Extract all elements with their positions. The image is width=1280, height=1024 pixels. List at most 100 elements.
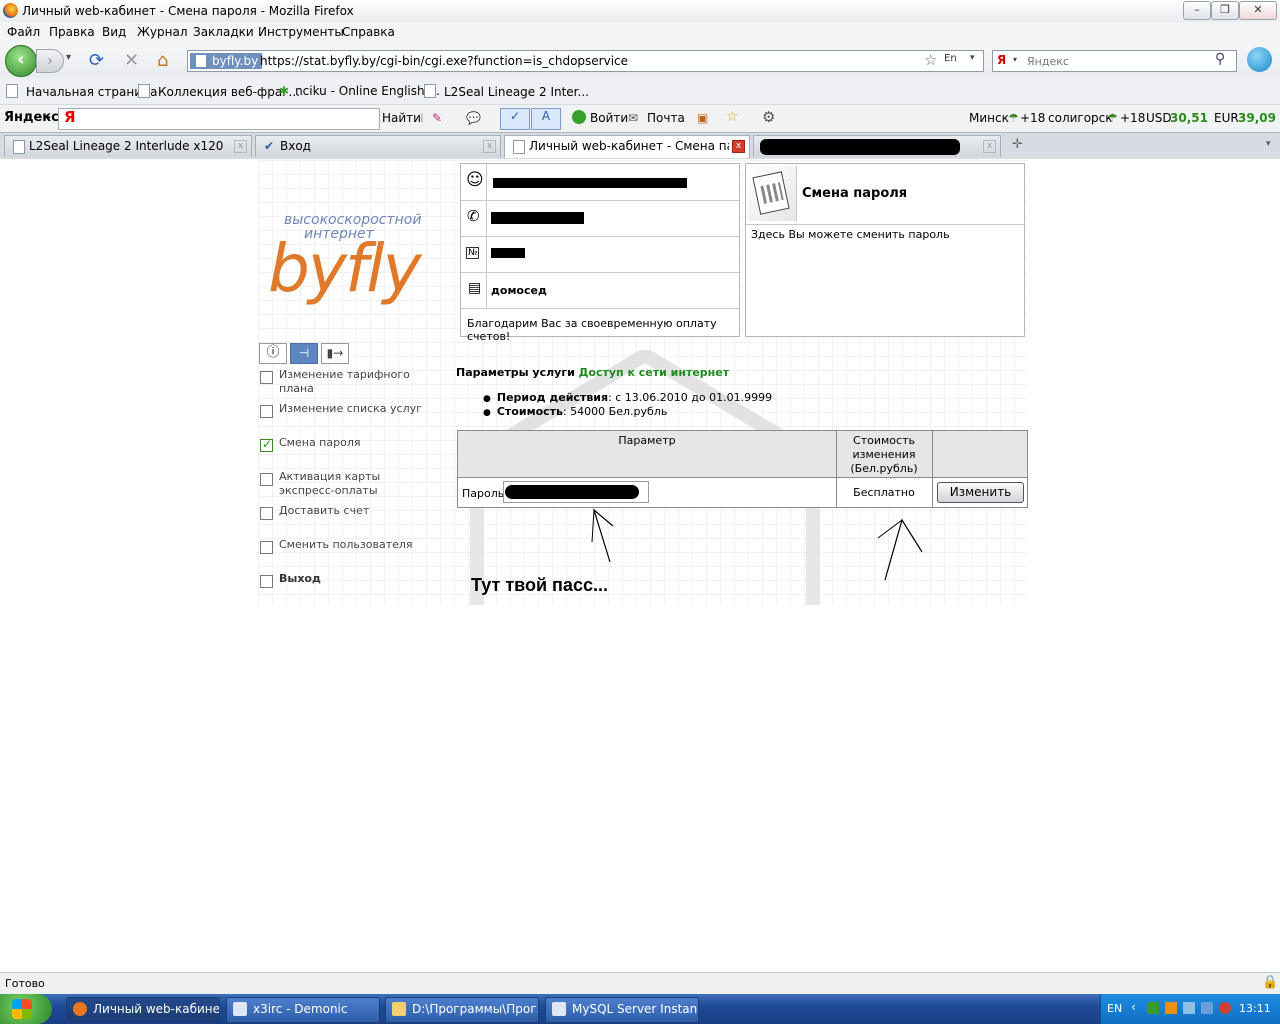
weather-city-2[interactable]: солигорск xyxy=(1048,111,1113,125)
maximize-button[interactable]: ❐ xyxy=(1211,1,1239,20)
bookmark-star-icon[interactable]: ☆ xyxy=(924,51,937,69)
forward-button[interactable]: › xyxy=(36,49,64,73)
network-icon[interactable] xyxy=(1183,1002,1195,1014)
search-input[interactable] xyxy=(1025,52,1214,70)
close-tab-icon[interactable]: x xyxy=(234,140,247,153)
search-box[interactable]: Я ▾ ⚲ xyxy=(992,50,1237,72)
menu-tools[interactable]: Инструменты xyxy=(258,25,344,39)
site-identity-badge[interactable]: byfly.by xyxy=(190,53,263,69)
home-icon[interactable]: ⌂ xyxy=(157,50,168,71)
close-tab-icon[interactable]: x xyxy=(732,140,745,153)
bag-icon[interactable]: ▣ xyxy=(697,111,708,125)
weather-temp-2[interactable]: +18 xyxy=(1120,111,1145,125)
lock-icon[interactable]: 🔒 xyxy=(1262,975,1278,990)
translate-page-icon[interactable]: A xyxy=(531,108,561,130)
sidebar-item-deliver-bill[interactable]: Доставить счет xyxy=(279,504,369,517)
highlight-pen-icon[interactable]: ✎ xyxy=(432,111,442,125)
tab-login[interactable]: ✔ Вход x xyxy=(255,135,501,157)
bookmark-nciku[interactable]: ✱ nciku - Online English ... xyxy=(279,84,440,98)
taskbar-item-firefox[interactable]: Личный web-кабине... xyxy=(66,997,220,1023)
menu-bookmarks[interactable]: Закладки xyxy=(193,25,254,39)
close-tab-icon[interactable]: x xyxy=(983,140,996,153)
menu-file[interactable]: Файл xyxy=(7,25,40,39)
yandex-engine-icon[interactable]: Я xyxy=(997,53,1006,67)
engine-dropdown-icon[interactable]: ▾ xyxy=(1013,55,1017,64)
clock[interactable]: 13:11 xyxy=(1239,1002,1271,1015)
yandex-find-button[interactable]: Найти xyxy=(382,111,421,125)
annotation-text: Тут твой пасс... xyxy=(471,575,608,595)
service-params-heading: Параметры услуги Доступ к сети интернет xyxy=(456,366,729,379)
sidebar-item-change-services[interactable]: Изменение списка услуг xyxy=(279,402,422,415)
menu-edit[interactable]: Правка xyxy=(49,25,95,39)
speech-bubble-icon[interactable]: 💬 xyxy=(466,111,481,125)
tray-expand-icon[interactable]: ‹ xyxy=(1131,1000,1136,1014)
taskbar-item-explorer[interactable]: D:\Программы\Прог... xyxy=(385,997,539,1023)
skype-tray-icon[interactable] xyxy=(1201,1002,1213,1014)
close-window-button[interactable]: ✕ xyxy=(1239,1,1277,20)
language-indicator[interactable]: EN xyxy=(1107,1002,1122,1015)
sidebar-checkbox-checked[interactable]: ✓ xyxy=(260,437,273,452)
change-password-button[interactable]: Изменить xyxy=(937,482,1024,503)
translate-icon[interactable]: En xyxy=(944,53,957,64)
start-button[interactable] xyxy=(0,994,52,1024)
media-player-icon[interactable] xyxy=(1165,1002,1177,1014)
menu-view[interactable]: Вид xyxy=(102,25,126,39)
tray-app-icon[interactable] xyxy=(1147,1002,1159,1014)
weather-city-1[interactable]: Минск xyxy=(969,111,1009,125)
search-magnifier-icon[interactable]: ⚲ xyxy=(1215,51,1225,67)
history-dropdown-icon[interactable]: ▾ xyxy=(66,52,71,63)
yandex-login-button[interactable]: Войти xyxy=(590,111,628,125)
eur-label: EUR xyxy=(1214,111,1239,125)
windows-logo-icon xyxy=(12,999,32,1019)
usd-rate[interactable]: 30,51 xyxy=(1170,111,1208,125)
favorites-star-icon[interactable]: ☆ xyxy=(726,109,739,125)
reload-icon[interactable]: ⟳ xyxy=(89,50,104,71)
sidebar-checkbox[interactable] xyxy=(260,371,273,384)
services-icon[interactable]: ⊣ xyxy=(290,343,318,364)
url-bar[interactable]: byfly.by https://stat.byfly.by/cgi-bin/c… xyxy=(187,50,984,72)
byfly-logo[interactable]: высокоскоростной интернет byfly xyxy=(268,212,448,342)
sidebar-item-change-password[interactable]: Смена пароля xyxy=(279,436,360,449)
yandex-menu-dropdown-icon[interactable]: ▾ xyxy=(46,114,51,124)
bookmark-label: nciku - Online English ... xyxy=(295,84,440,98)
antivirus-icon[interactable] xyxy=(1219,1002,1231,1014)
sidebar-item-change-user[interactable]: Сменить пользователя xyxy=(279,538,413,551)
sidebar-item-change-tariff[interactable]: Изменение тарифного плана xyxy=(279,368,429,396)
tab-l2seal[interactable]: L2Seal Lineage 2 Interlude x1200 x xyxy=(4,135,252,157)
spellcheck-icon[interactable]: ✓ xyxy=(500,108,530,130)
tab-cabinet-active[interactable]: Личный web-кабинет - Смена па... x xyxy=(504,135,750,158)
menu-history[interactable]: Журнал xyxy=(137,25,188,39)
eur-rate[interactable]: 39,09 xyxy=(1238,111,1276,125)
new-tab-icon[interactable]: ✛ xyxy=(1012,137,1023,152)
close-tab-icon[interactable]: x xyxy=(483,140,496,153)
skype-icon[interactable] xyxy=(1247,47,1272,72)
stop-icon[interactable]: ✕ xyxy=(124,50,139,71)
url-dropdown-icon[interactable]: ▾ xyxy=(970,53,975,63)
tab-list-icon[interactable]: ▾ xyxy=(1266,139,1271,149)
sidebar-checkbox[interactable] xyxy=(260,541,273,554)
yandex-mail-button[interactable]: Почта xyxy=(647,111,685,125)
url-text[interactable]: https://stat.byfly.by/cgi-bin/cgi.exe?fu… xyxy=(260,53,628,69)
bookmark-start-page[interactable]: Начальная страница xyxy=(6,84,158,99)
sidebar-item-activate-card[interactable]: Активация карты экспресс-оплаты xyxy=(279,470,389,498)
tab-redacted[interactable]: x xyxy=(753,135,1001,157)
yandex-ya-icon: Я xyxy=(64,108,76,126)
menu-help[interactable]: Справка xyxy=(342,25,395,39)
taskbar-item-x3irc[interactable]: x3irc - Demonic xyxy=(226,997,380,1023)
back-button[interactable]: ‹ xyxy=(5,45,37,77)
info-icon[interactable]: ⓘ xyxy=(259,343,287,364)
exit-door-icon[interactable]: ▮→ xyxy=(321,343,349,364)
sidebar-checkbox[interactable] xyxy=(260,507,273,520)
taskbar-item-mysql[interactable]: MySQL Server Instan... xyxy=(545,997,699,1023)
sidebar-checkbox[interactable] xyxy=(260,405,273,418)
sidebar-item-logout[interactable]: Выход xyxy=(279,572,321,585)
sidebar-checkbox[interactable] xyxy=(260,473,273,486)
password-input[interactable] xyxy=(503,481,649,503)
weather-temp-1[interactable]: +18 xyxy=(1020,111,1045,125)
minimize-button[interactable]: – xyxy=(1183,1,1211,20)
bookmark-web-fragments[interactable]: Коллекция веб-фраг... xyxy=(138,84,300,99)
bookmark-l2seal[interactable]: L2Seal Lineage 2 Inter... xyxy=(424,84,589,99)
yandex-search-input[interactable] xyxy=(58,108,380,130)
settings-gear-icon[interactable]: ⚙ xyxy=(762,108,775,126)
sidebar-checkbox[interactable] xyxy=(260,575,273,588)
